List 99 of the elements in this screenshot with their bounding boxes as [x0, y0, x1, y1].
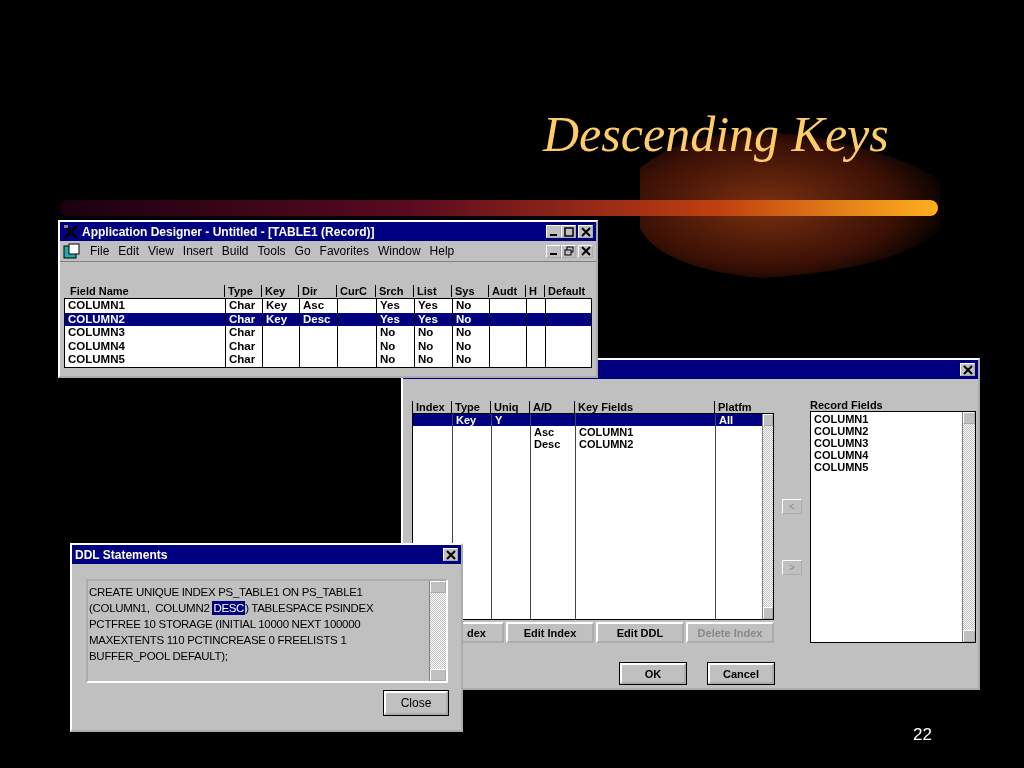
menu-item[interactable]: Help: [429, 244, 455, 258]
menu-item[interactable]: View: [148, 244, 174, 258]
table-cell: Char: [229, 339, 256, 352]
close-icon[interactable]: [578, 244, 593, 258]
table-row[interactable]: COLUMN4 Char No No No: [65, 339, 591, 353]
maximize-icon[interactable]: [561, 225, 576, 238]
list-cell: COLUMN1: [579, 426, 634, 438]
column-header[interactable]: H: [525, 285, 544, 297]
table-cell: Desc: [303, 312, 331, 325]
list-cell: Y: [495, 414, 503, 426]
page-number: 22: [913, 725, 932, 745]
menu-item[interactable]: Favorites: [319, 244, 369, 258]
ddl-text: BUFFER_POOL DEFAULT);: [89, 650, 228, 662]
column-header[interactable]: Key: [261, 285, 298, 297]
minimize-icon[interactable]: [546, 225, 561, 238]
restore-icon[interactable]: [561, 244, 576, 258]
window-title: DDL Statements: [75, 547, 168, 562]
close-icon[interactable]: [960, 363, 975, 376]
table-cell: Char: [229, 299, 256, 311]
menu-item[interactable]: File: [90, 244, 110, 258]
list-row[interactable]: Key Y All: [413, 414, 762, 426]
dialog-button[interactable]: OK: [620, 663, 686, 684]
ddl-text: PCTFREE 10 STORAGE (INITIAL 10000 NEXT 100000: [89, 618, 361, 630]
list-cell: All: [719, 414, 734, 426]
table-cell: COLUMN3: [68, 326, 125, 338]
ddl-text: DESC: [212, 601, 246, 615]
table-cell: No: [418, 339, 434, 352]
table-row[interactable]: COLUMN5 Char No No No: [65, 353, 591, 367]
table-cell: Char: [229, 326, 256, 338]
scrollbar[interactable]: [962, 412, 975, 642]
column-header[interactable]: Srch: [375, 285, 413, 297]
column-header[interactable]: Type: [224, 285, 261, 297]
menu-item[interactable]: Build: [221, 244, 249, 258]
menu-item[interactable]: Go: [294, 244, 311, 258]
list-label: Record Fields: [810, 399, 884, 411]
table-cell: No: [456, 299, 472, 311]
list-item[interactable]: COLUMN2: [814, 425, 959, 437]
table-cell: No: [380, 339, 396, 352]
window-title: Application Designer - Untitled - [TABLE1 (Record)]: [82, 224, 375, 239]
table-cell: COLUMN1: [68, 299, 125, 311]
list-cell: Desc: [534, 438, 561, 450]
dialog-button[interactable]: Edit DDL: [596, 622, 684, 643]
list-cell: Key: [456, 414, 477, 426]
column-header[interactable]: Audt: [488, 285, 525, 297]
table-cell: Yes: [380, 312, 400, 325]
table-cell: COLUMN5: [68, 353, 125, 365]
menu-item[interactable]: Tools: [257, 244, 286, 258]
close-icon[interactable]: [443, 548, 458, 561]
dialog-button[interactable]: Edit Index: [506, 622, 594, 643]
table-row[interactable]: COLUMN3 Char No No No: [65, 326, 591, 340]
slide-title: Descending Keys: [543, 105, 889, 163]
table-cell: No: [456, 353, 472, 365]
menu-item[interactable]: Insert: [182, 244, 213, 258]
list-item[interactable]: COLUMN3: [814, 437, 959, 449]
column-header[interactable]: CurC: [336, 285, 375, 297]
table-cell: No: [418, 326, 434, 338]
close-icon[interactable]: [578, 225, 593, 238]
list-item[interactable]: COLUMN5: [814, 461, 959, 473]
ddl-text: MAXEXTENTS 110 PCTINCREASE 0 FREELISTS 1: [89, 634, 347, 646]
close-button[interactable]: Close: [384, 691, 448, 715]
table-cell: Char: [229, 353, 256, 365]
tools-icon: [63, 223, 79, 240]
table-cell: No: [380, 326, 396, 338]
column-header[interactable]: Dir: [298, 285, 336, 297]
scrollbar[interactable]: [762, 414, 773, 619]
table-row[interactable]: COLUMN1 Char Key Asc Yes Yes No: [65, 299, 591, 313]
table-cell: Yes: [380, 299, 400, 311]
table-cell: Key: [266, 312, 288, 325]
minimize-icon[interactable]: [546, 244, 561, 258]
table-cell: Yes: [418, 299, 438, 311]
document-icon[interactable]: [63, 243, 81, 259]
list-item[interactable]: COLUMN4: [814, 449, 959, 461]
menu-item[interactable]: Edit: [118, 244, 140, 258]
list-cell: COLUMN2: [579, 438, 634, 450]
table-cell: Asc: [303, 299, 325, 311]
table-cell: Key: [266, 299, 288, 311]
column-header[interactable]: Field Name: [64, 285, 224, 297]
column-header[interactable]: List: [413, 285, 451, 297]
column-header[interactable]: Default: [544, 285, 590, 297]
list-item[interactable]: COLUMN1: [814, 413, 959, 425]
table-row[interactable]: COLUMN2 Char Key Desc Yes Yes No: [65, 312, 591, 326]
table-cell: No: [418, 353, 434, 365]
table-cell: No: [456, 312, 472, 325]
ddl-text: ) TABLESPACE PSINDEX: [245, 602, 374, 614]
table-cell: Yes: [418, 312, 438, 325]
table-cell: No: [456, 339, 472, 352]
table-cell: COLUMN4: [68, 339, 125, 352]
scrollbar[interactable]: [429, 581, 446, 681]
table-cell: COLUMN2: [68, 312, 125, 325]
column-header[interactable]: Sys: [451, 285, 488, 297]
ddl-text-field[interactable]: CREATE UNIQUE INDEX PS_TABLE1 ON PS_TABLE1 (COLUMN1, COLUMN2 DESC) TABLESPACE PSINDEX PCTFREE 10 STORAGE (INITIAL 10000 NEXT 100000 MAXEXTENTS 110 PCTINCREASE 0 FREELISTS 1 BUFFER_POOL DEFAULT);: [86, 579, 448, 683]
ddl-text: (COLUMN1, COLUMN2: [89, 602, 211, 614]
table-cell: Char: [229, 312, 256, 325]
menu-item[interactable]: Window: [377, 244, 421, 258]
table-cell: No: [456, 326, 472, 338]
table-cell: No: [380, 353, 396, 365]
dialog-button[interactable]: Cancel: [708, 663, 774, 684]
ddl-text: CREATE UNIQUE INDEX PS_TABLE1 ON PS_TABLE1: [89, 586, 363, 598]
list-cell: Asc: [534, 426, 555, 438]
